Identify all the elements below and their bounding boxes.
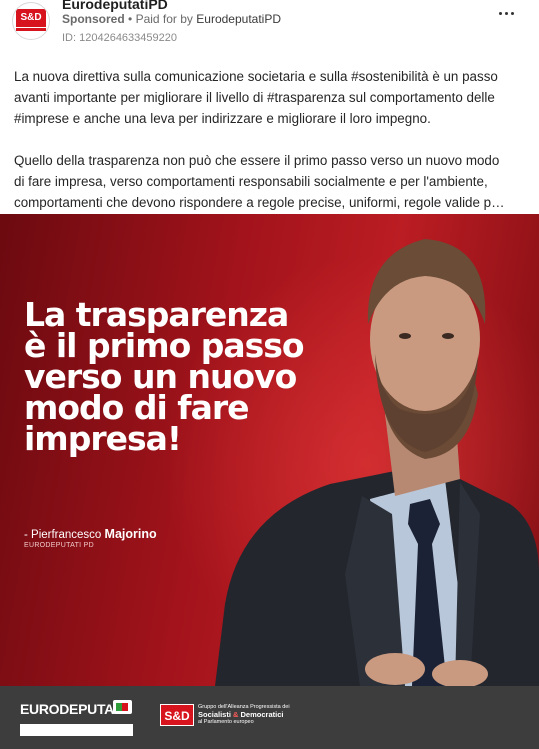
sd-line3: al Parlamento europeo [198,719,254,725]
logo-text: EURODEPUTATI [20,701,125,717]
body-line: #imprese e anche una leva per indirizzar… [14,111,431,126]
quote-headline: La trasparenza è il primo passo verso un… [24,298,305,458]
separator-dot: • [128,12,133,26]
sponsor-line: Sponsored • Paid for by EurodeputatiPD [62,12,281,26]
sd-logo: S&D [160,704,194,726]
paid-for-prefix: Paid for by [135,12,193,26]
pd-logo-icon [113,700,132,714]
ad-creative-image[interactable]: La trasparenza è il primo passo verso un… [0,214,539,686]
page-name-link[interactable]: EurodeputatiPD [62,0,168,12]
body-line: La nuova direttiva sulla comunicazione s… [14,69,498,84]
author-surname: Majorino [104,527,157,541]
more-horizontal-icon[interactable] [497,6,517,20]
ad-id: ID: 1204264633459220 [62,32,177,44]
ad-header: S&D EurodeputatiPD Sponsored • Paid for … [0,0,539,60]
sponsored-label: Sponsored [62,12,125,26]
logo-underline-bar [20,724,133,736]
quote-author: - Pierfrancesco Majorino [24,527,157,541]
body-line[interactable]: comportamenti che devono rispondere a re… [14,192,529,213]
body-line: Quello della trasparenza non può che ess… [14,153,500,168]
ad-body-text: La nuova direttiva sulla comunicazione s… [14,66,529,213]
avatar-logo-bar [16,28,46,31]
page-avatar[interactable]: S&D [12,2,50,40]
avatar-logo-text: S&D [16,9,46,27]
sd-group-text: Gruppo dell'Alleanza Progressista dei So… [198,704,290,726]
body-line: di fare impresa, verso comportamenti res… [14,174,488,189]
payer-name[interactable]: EurodeputatiPD [196,12,281,26]
body-line: avanti importante per migliorare il live… [14,90,495,105]
sd-line2: Socialisti & Democratici [198,710,284,719]
quote-line: impresa! [24,419,182,458]
creative-footer-band: EURODEPUTATI S&D Gruppo dell'Alleanza Pr… [0,686,539,749]
eurodeputati-logo: EURODEPUTATI [20,701,125,717]
author-prefix: - Pierfrancesco [24,529,105,541]
author-role: EURODEPUTATI PD [24,542,94,549]
